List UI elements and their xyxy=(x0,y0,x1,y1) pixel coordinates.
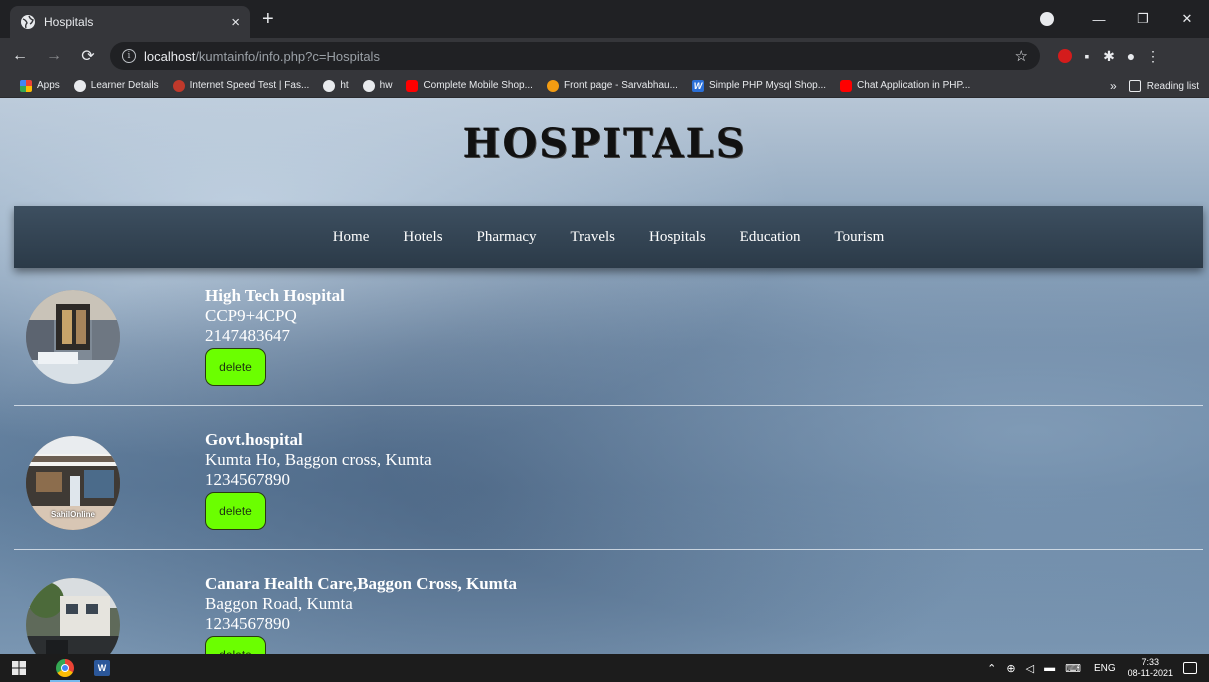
hospital-entry: Canara Health Care,Baggon Cross, Kumta B… xyxy=(14,550,1203,654)
tab-hospitals[interactable]: Hospitals × xyxy=(10,6,250,38)
nav-travels[interactable]: Travels xyxy=(571,229,615,246)
youtube-icon xyxy=(840,79,853,92)
bookmark-star-icon[interactable]: ☆ xyxy=(1015,47,1028,65)
globe-icon xyxy=(73,79,86,92)
w-icon: W xyxy=(691,79,704,92)
bookmark-learner-details[interactable]: Learner Details xyxy=(73,79,159,92)
hospital-phone: 1234567890 xyxy=(205,614,290,633)
hospital-photo-image xyxy=(26,578,120,654)
apps-icon xyxy=(20,79,32,92)
hospital-name: Canara Health Care,Baggon Cross, Kumta xyxy=(205,574,517,593)
hospital-address: Kumta Ho, Baggon cross, Kumta xyxy=(205,450,432,469)
bookmarks-right: » Reading list xyxy=(1110,74,1199,98)
hospital-details: High Tech Hospital CCP9+4CPQ 2147483647 … xyxy=(205,286,345,386)
nav-hospitals[interactable]: Hospitals xyxy=(649,229,706,246)
bookmark-ht[interactable]: ht xyxy=(323,79,349,92)
hospital-photo: SahilOnline xyxy=(26,436,120,530)
extension-icon[interactable]: ▪ xyxy=(1076,48,1098,64)
bookmark-speed-test[interactable]: Internet Speed Test | Fas... xyxy=(172,79,309,92)
delete-button[interactable]: delete xyxy=(205,492,266,530)
language-indicator[interactable]: ENG xyxy=(1094,663,1116,674)
hospital-address: CCP9+4CPQ xyxy=(205,306,297,325)
hospital-name: High Tech Hospital xyxy=(205,286,345,305)
globe-icon xyxy=(323,79,336,92)
url-host: localhost xyxy=(144,48,196,64)
hospital-photo-image xyxy=(26,290,120,384)
main-navbar: Home Hotels Pharmacy Travels Hospitals E… xyxy=(14,206,1203,268)
profile-icon[interactable]: ● xyxy=(1120,48,1142,64)
globe-icon xyxy=(21,15,35,29)
speedometer-icon xyxy=(172,79,185,92)
window-controls: — ❐ ✕ xyxy=(1077,0,1209,38)
clock-time: 7:33 xyxy=(1141,657,1160,667)
hospital-phone: 1234567890 xyxy=(205,470,290,489)
hospital-phone: 2147483647 xyxy=(205,326,290,345)
windows-taskbar: W ⌃ ⊕ ◁ ▬ ⌨ ENG 7:33 08-11-2021 xyxy=(0,654,1209,682)
bookmark-front-page[interactable]: Front page - Sarvabhau... xyxy=(546,79,678,92)
forward-arrow-icon[interactable]: → xyxy=(40,47,68,65)
keyboard-icon[interactable]: ⌨ xyxy=(1065,662,1081,675)
bookmark-php-shop[interactable]: W Simple PHP Mysql Shop... xyxy=(691,79,826,92)
hospital-details: Canara Health Care,Baggon Cross, Kumta B… xyxy=(205,574,517,654)
nav-tourism[interactable]: Tourism xyxy=(834,229,884,246)
nav-hotels[interactable]: Hotels xyxy=(403,229,442,246)
word-taskbar-icon[interactable]: W xyxy=(94,660,110,676)
battery-icon[interactable]: ▬ xyxy=(1044,662,1055,674)
clock[interactable]: 7:33 08-11-2021 xyxy=(1128,657,1173,679)
extensions-area: ▪ ✱ ● ⋮ xyxy=(1054,48,1164,65)
restore-icon[interactable]: ❐ xyxy=(1121,11,1165,27)
bookmark-hw[interactable]: hw xyxy=(362,79,392,92)
tab-close-icon[interactable]: × xyxy=(231,14,240,31)
windows-start-icon[interactable] xyxy=(12,661,26,675)
page-title: HOSPITALS xyxy=(462,120,747,167)
menu-kebab-icon[interactable]: ⋮ xyxy=(1142,48,1164,65)
notification-icon[interactable] xyxy=(1183,662,1197,674)
system-tray: ⌃ ⊕ ◁ ▬ ⌨ ENG 7:33 08-11-2021 xyxy=(982,654,1209,682)
nav-education[interactable]: Education xyxy=(740,229,801,246)
hospital-details: Govt.hospital Kumta Ho, Baggon cross, Ku… xyxy=(205,430,432,530)
network-globe-icon[interactable]: ⊕ xyxy=(1006,662,1015,675)
bookmarks-bar: Apps Learner Details Internet Speed Test… xyxy=(0,74,1209,98)
chrome-taskbar-icon[interactable] xyxy=(56,659,74,677)
puzzle-icon[interactable]: ✱ xyxy=(1098,48,1120,65)
nav-pharmacy[interactable]: Pharmacy xyxy=(477,229,537,246)
url-path: /kumtainfo/info.php?c=Hospitals xyxy=(195,48,380,64)
hospital-address: Baggon Road, Kumta xyxy=(205,594,353,613)
hospital-photo xyxy=(26,578,120,654)
delete-button[interactable]: delete xyxy=(205,348,266,386)
volume-icon[interactable]: ◁ xyxy=(1026,662,1034,675)
hospital-entry: SahilOnline Govt.hospital Kumta Ho, Bagg… xyxy=(14,406,1203,550)
new-tab-icon[interactable]: + xyxy=(262,9,274,29)
more-bookmarks-icon[interactable]: » xyxy=(1110,79,1117,93)
reading-list-label[interactable]: Reading list xyxy=(1147,81,1199,92)
hospital-photo xyxy=(26,290,120,384)
delete-button[interactable]: delete xyxy=(205,636,266,654)
chrome-profile-icon[interactable] xyxy=(1040,12,1054,26)
nav-home[interactable]: Home xyxy=(333,229,370,246)
tab-title: Hospitals xyxy=(44,15,94,29)
bookmark-apps[interactable]: Apps xyxy=(20,79,60,92)
back-arrow-icon[interactable]: ← xyxy=(6,47,34,65)
bookmark-mobile-shop[interactable]: Complete Mobile Shop... xyxy=(406,79,533,92)
browser-tab-strip: Hospitals × + — ❐ ✕ xyxy=(0,0,1209,38)
reading-list-icon[interactable] xyxy=(1128,80,1141,92)
site-icon xyxy=(546,79,559,92)
globe-icon xyxy=(362,79,375,92)
minimize-icon[interactable]: — xyxy=(1077,12,1121,27)
hospital-entry: High Tech Hospital CCP9+4CPQ 2147483647 … xyxy=(14,262,1203,406)
page-viewport: HOSPITALS Home Hotels Pharmacy Travels H… xyxy=(0,98,1209,654)
browser-toolbar: ← → ⟳ i localhost /kumtainfo/info.php?c=… xyxy=(0,38,1209,74)
bookmark-chat-app[interactable]: Chat Application in PHP... xyxy=(840,79,970,92)
record-extension-icon[interactable] xyxy=(1058,49,1072,63)
reload-icon[interactable]: ⟳ xyxy=(74,46,102,66)
address-bar[interactable]: i localhost /kumtainfo/info.php?c=Hospit… xyxy=(110,42,1040,70)
clock-date: 08-11-2021 xyxy=(1127,668,1173,678)
site-info-icon[interactable]: i xyxy=(122,49,136,63)
hospital-name: Govt.hospital xyxy=(205,430,303,449)
close-window-icon[interactable]: ✕ xyxy=(1165,11,1209,27)
youtube-icon xyxy=(406,79,419,92)
photo-watermark: SahilOnline xyxy=(50,510,95,519)
tray-chevron-icon[interactable]: ⌃ xyxy=(987,662,996,675)
